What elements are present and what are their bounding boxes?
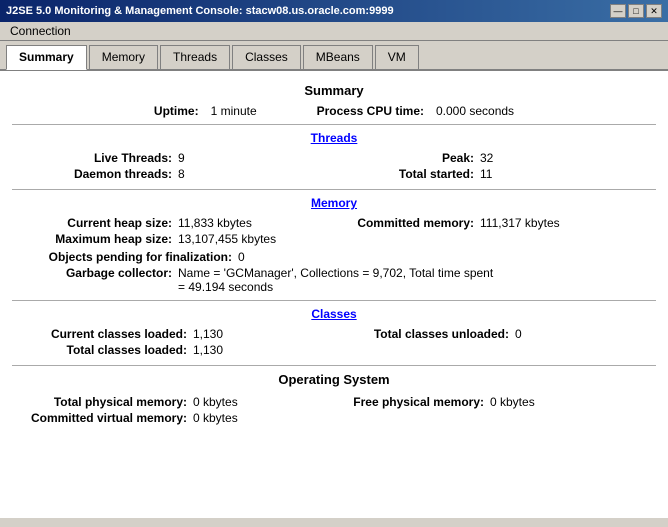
committed-virtual-label: Committed virtual memory:: [12, 411, 187, 425]
objects-pending-label: Objects pending for finalization:: [12, 250, 232, 264]
live-threads-value: 9: [178, 151, 278, 165]
peak-label: Peak:: [334, 151, 474, 165]
committed-virtual-row: Committed virtual memory: 0 kbytes: [12, 411, 334, 425]
total-started-value: 11: [480, 167, 492, 181]
current-classes-label: Current classes loaded:: [12, 327, 187, 341]
divider-1: [12, 124, 656, 125]
tab-threads[interactable]: Threads: [160, 45, 230, 69]
divider-2: [12, 189, 656, 190]
peak-row: Peak: 32: [334, 151, 656, 165]
committed-memory-row: Committed memory: 111,317 kbytes: [334, 216, 656, 230]
max-heap-value: 13,107,455 kbytes: [178, 232, 278, 246]
threads-link[interactable]: Threads: [12, 131, 656, 145]
peak-value: 32: [480, 151, 493, 165]
title-bar: J2SE 5.0 Monitoring & Management Console…: [0, 0, 668, 22]
uptime-row: Uptime: 1 minute Process CPU time: 0.000…: [12, 104, 656, 118]
total-physical-value: 0 kbytes: [193, 395, 293, 409]
free-physical-row: Free physical memory: 0 kbytes: [334, 395, 656, 409]
total-started-label: Total started:: [334, 167, 474, 181]
content-area: Summary Uptime: 1 minute Process CPU tim…: [0, 71, 668, 518]
gc-label: Garbage collector:: [12, 266, 172, 280]
total-started-row: Total started: 11: [334, 167, 656, 181]
current-heap-row: Current heap size: 11,833 kbytes: [12, 216, 334, 230]
os-memory-section: Total physical memory: 0 kbytes Committe…: [12, 393, 656, 427]
total-classes-unloaded-label: Total classes unloaded:: [334, 327, 509, 341]
tab-mbeans[interactable]: MBeans: [303, 45, 373, 69]
committed-virtual-value: 0 kbytes: [193, 411, 293, 425]
current-heap-label: Current heap size:: [12, 216, 172, 230]
os-section: Operating System Total physical memory: …: [12, 372, 656, 427]
objects-pending-value: 0: [238, 250, 338, 264]
total-classes-value: 1,130: [193, 343, 293, 357]
total-physical-row: Total physical memory: 0 kbytes: [12, 395, 334, 409]
total-classes-row: Total classes loaded: 1,130: [12, 343, 334, 357]
summary-title: Summary: [12, 83, 656, 98]
classes-link[interactable]: Classes: [12, 307, 656, 321]
max-heap-row: Maximum heap size: 13,107,455 kbytes: [12, 232, 334, 246]
free-physical-label: Free physical memory:: [334, 395, 484, 409]
cpu-label: Process CPU time:: [317, 104, 424, 118]
objects-pending-row: Objects pending for finalization: 0: [12, 250, 656, 264]
os-title: Operating System: [12, 372, 656, 387]
total-classes-label: Total classes loaded:: [12, 343, 187, 357]
free-physical-value: 0 kbytes: [490, 395, 535, 409]
committed-memory-label: Committed memory:: [334, 216, 474, 230]
daemon-threads-label: Daemon threads:: [12, 167, 172, 181]
max-heap-label: Maximum heap size:: [12, 232, 172, 246]
memory-link[interactable]: Memory: [12, 196, 656, 210]
total-physical-label: Total physical memory:: [12, 395, 187, 409]
tab-memory[interactable]: Memory: [89, 45, 158, 69]
uptime-value: 1 minute: [211, 104, 257, 118]
memory-section: Current heap size: 11,833 kbytes Maximum…: [12, 214, 656, 248]
close-button[interactable]: ✕: [646, 4, 662, 18]
tab-summary[interactable]: Summary: [6, 45, 87, 70]
uptime-label: Uptime:: [154, 104, 199, 118]
current-classes-row: Current classes loaded: 1,130: [12, 327, 334, 341]
divider-3: [12, 300, 656, 301]
divider-4: [12, 365, 656, 366]
window-controls: — □ ✕: [610, 4, 662, 18]
live-threads-row: Live Threads: 9: [12, 151, 334, 165]
current-heap-value: 11,833 kbytes: [178, 216, 278, 230]
tab-classes[interactable]: Classes: [232, 45, 301, 69]
window-title: J2SE 5.0 Monitoring & Management Console…: [6, 5, 394, 17]
daemon-threads-value: 8: [178, 167, 278, 181]
cpu-value: 0.000 seconds: [436, 104, 514, 118]
menu-connection[interactable]: Connection: [4, 22, 77, 40]
gc-row: Garbage collector: Name = 'GCManager', C…: [12, 266, 656, 294]
committed-memory-value: 111,317 kbytes: [480, 216, 560, 230]
menu-bar: Connection: [0, 22, 668, 41]
maximize-button[interactable]: □: [628, 4, 644, 18]
gc-value: Name = 'GCManager', Collections = 9,702,…: [178, 266, 498, 294]
classes-section: Current classes loaded: 1,130 Total clas…: [12, 325, 656, 359]
current-classes-value: 1,130: [193, 327, 293, 341]
tab-vm[interactable]: VM: [375, 45, 419, 69]
total-classes-unloaded-value: 0: [515, 327, 522, 341]
minimize-button[interactable]: —: [610, 4, 626, 18]
threads-section: Live Threads: 9 Daemon threads: 8 Peak: …: [12, 149, 656, 183]
daemon-threads-row: Daemon threads: 8: [12, 167, 334, 181]
tab-bar: Summary Memory Threads Classes MBeans VM: [0, 41, 668, 71]
total-classes-unloaded-row: Total classes unloaded: 0: [334, 327, 656, 341]
live-threads-label: Live Threads:: [12, 151, 172, 165]
